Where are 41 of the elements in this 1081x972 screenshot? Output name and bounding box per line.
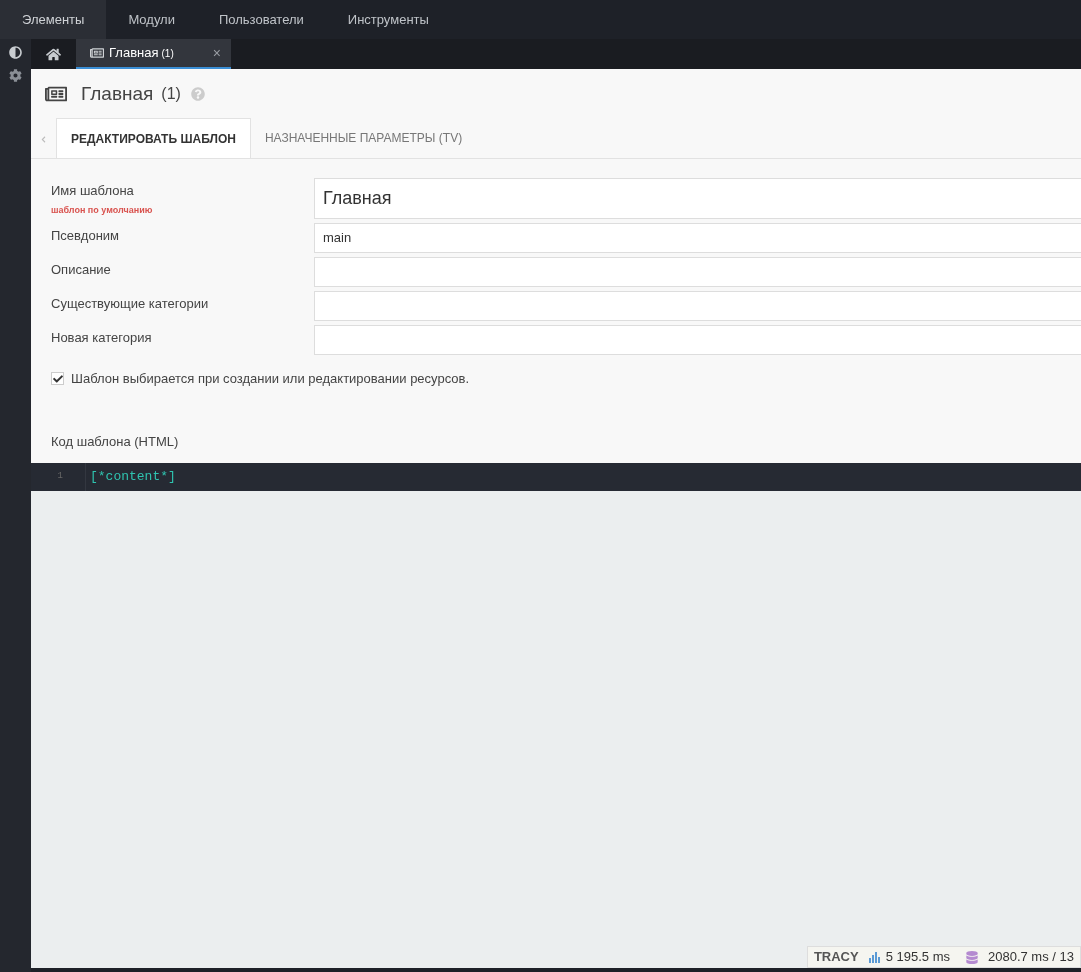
- newspaper-icon: [90, 46, 104, 60]
- content-tab[interactable]: НАЗНАЧЕННЫЕ ПАРАМЕТРЫ (TV): [250, 118, 477, 158]
- checkbox[interactable]: [51, 372, 64, 386]
- field-label: Новая категория: [51, 329, 153, 347]
- time-value: 5 195.5 ms: [885, 948, 950, 967]
- bar-chart-icon: [868, 951, 880, 963]
- code-editor[interactable]: 1 [*content*]: [31, 462, 1081, 491]
- checkbox-label: Шаблон выбирается при создании или редактировании ресурсов.: [71, 370, 470, 388]
- tab-count: (1): [161, 46, 174, 61]
- content-tab[interactable]: РЕДАКТИРОВАТЬ ШАБЛОН: [56, 118, 251, 158]
- field-label: Описание: [51, 261, 112, 279]
- close-button[interactable]: ×: [212, 42, 221, 64]
- text-field[interactable]: [314, 257, 1081, 287]
- top-menu-item[interactable]: Пользователи: [196, 0, 326, 39]
- database-icon: [966, 950, 978, 964]
- text-field[interactable]: [314, 325, 1081, 355]
- help-icon[interactable]: [190, 87, 205, 101]
- contrast-icon[interactable]: [9, 46, 22, 59]
- document-tab[interactable]: Главная (1) ×: [76, 39, 231, 69]
- top-menu-item[interactable]: Модули: [106, 0, 197, 39]
- field-label: Псевдоним: [51, 227, 121, 245]
- text-field[interactable]: [314, 291, 1081, 321]
- tab-title: Главная: [109, 44, 159, 63]
- scroll-left-icon[interactable]: [40, 136, 47, 143]
- field-label: Существующие категории: [51, 295, 210, 313]
- database-value: 2080.7 ms / 13: [988, 948, 1074, 967]
- tracy-logo: TRACY: [813, 948, 859, 967]
- code-line: [*content*]: [85, 462, 176, 491]
- field-note: шаблон по умолчанию: [51, 203, 154, 217]
- top-menu-item[interactable]: Элементы: [0, 0, 107, 39]
- code-label: Код шаблона (HTML): [51, 433, 179, 449]
- line-number: 1: [56, 469, 64, 483]
- page-title: Главная: [81, 81, 154, 106]
- top-menu-item[interactable]: Инструменты: [325, 0, 451, 39]
- tracy-bar[interactable]: TRACY 5 195.5 ms 2080.7 ms / 13: [806, 946, 1081, 968]
- page-count: (1): [161, 84, 181, 104]
- text-field[interactable]: Главная: [314, 178, 1081, 219]
- settings-icon[interactable]: [9, 69, 22, 82]
- text-field[interactable]: main: [314, 223, 1081, 253]
- field-label: Имя шаблона: [51, 182, 135, 200]
- home-icon: [46, 46, 61, 62]
